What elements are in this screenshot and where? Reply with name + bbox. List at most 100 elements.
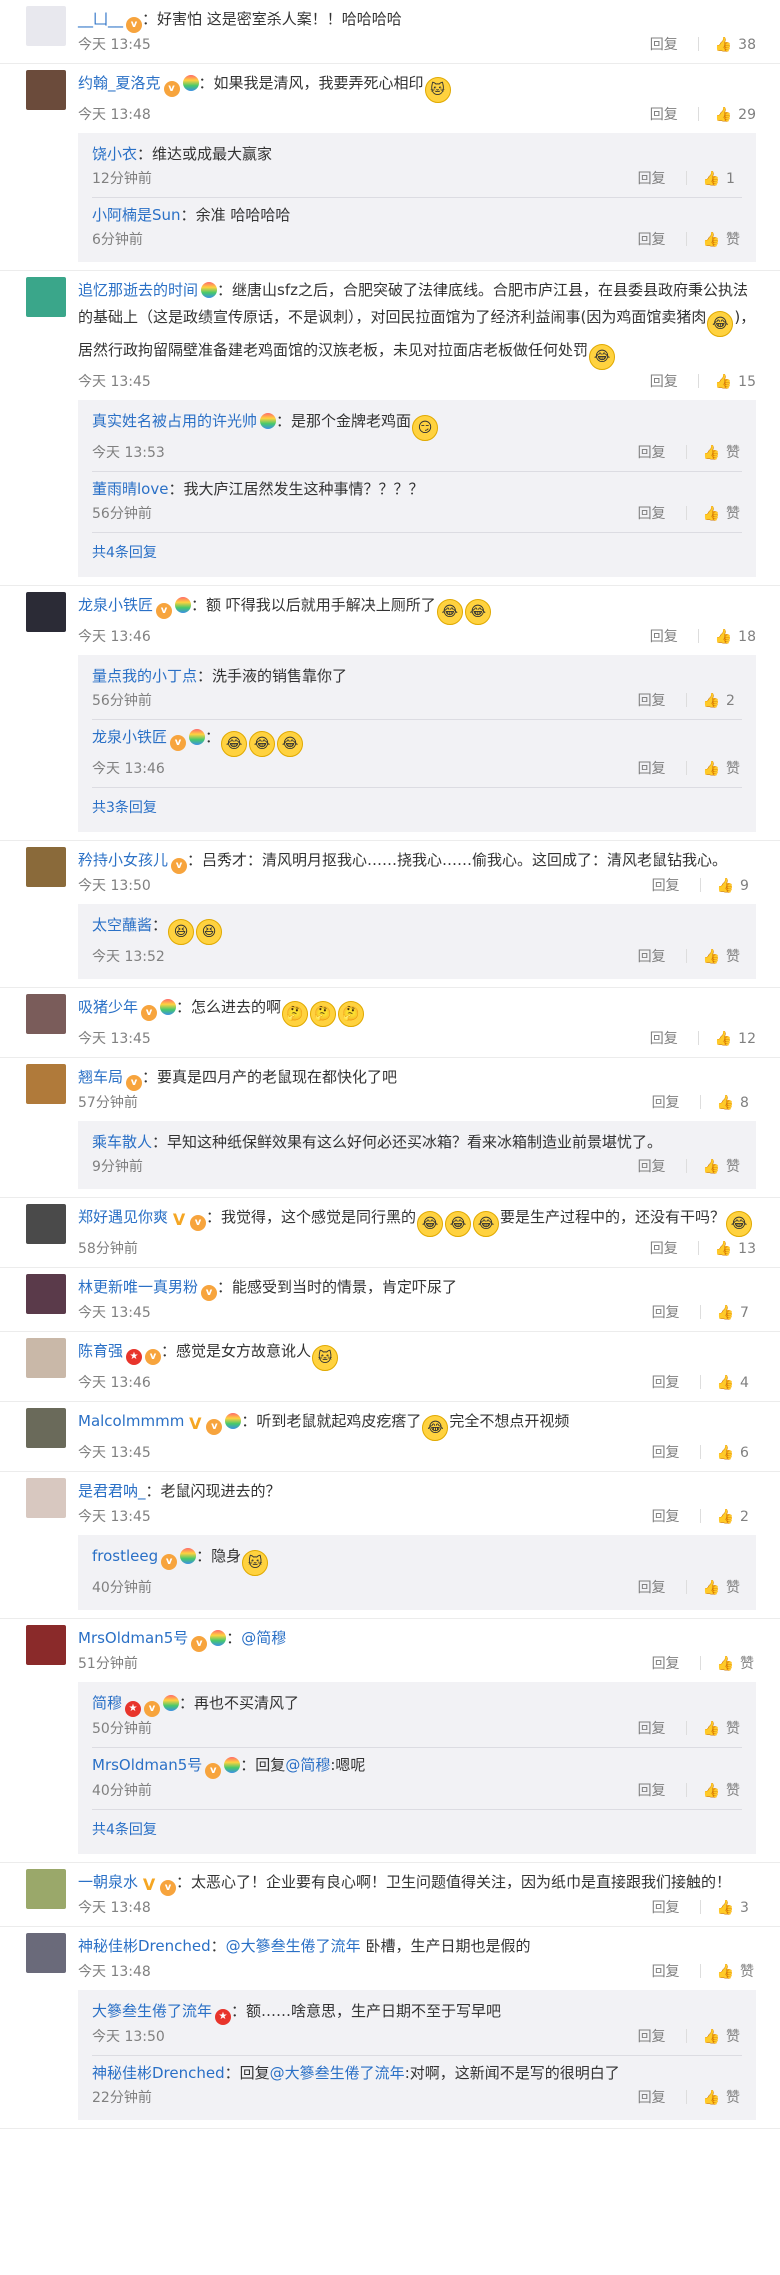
reply-button[interactable]: 回复: [650, 1237, 678, 1261]
reply-button[interactable]: 回复: [638, 441, 666, 465]
thumbs-up-icon[interactable]: 👍: [703, 2025, 720, 2049]
username-link[interactable]: 龙泉小铁匠: [92, 728, 167, 746]
like-count[interactable]: 29: [738, 103, 756, 127]
reply-button[interactable]: 回复: [638, 1155, 666, 1179]
username-link[interactable]: 郑好遇见你爽: [78, 1208, 168, 1226]
reply-button[interactable]: 回复: [650, 103, 678, 127]
reply-button[interactable]: 回复: [638, 167, 666, 191]
username-link[interactable]: MrsOldman5号: [92, 1756, 202, 1774]
thumbs-up-icon[interactable]: 👍: [703, 502, 720, 526]
thumbs-up-icon[interactable]: 👍: [703, 228, 720, 252]
username-link[interactable]: 追忆那逝去的时间: [78, 281, 198, 299]
thumbs-up-icon[interactable]: 👍: [703, 689, 720, 713]
thumbs-up-icon[interactable]: 👍: [717, 1896, 734, 1920]
username-link[interactable]: 饶小衣: [92, 145, 137, 163]
reply-button[interactable]: 回复: [652, 1960, 680, 1984]
avatar[interactable]: [26, 1933, 66, 1973]
username-link[interactable]: 乘车散人: [92, 1133, 152, 1151]
username-link[interactable]: 一朝泉水: [78, 1873, 138, 1891]
thumbs-up-icon[interactable]: 👍: [703, 2086, 720, 2110]
like-count[interactable]: 赞: [726, 441, 742, 465]
username-link[interactable]: 简穆: [92, 1694, 122, 1712]
mention-link[interactable]: @大篸叁生倦了流年: [226, 1937, 361, 1955]
like-count[interactable]: 12: [738, 1027, 756, 1051]
avatar[interactable]: [26, 994, 66, 1034]
reply-button[interactable]: 回复: [652, 1091, 680, 1115]
avatar[interactable]: [26, 70, 66, 110]
username-link[interactable]: 神秘佳彬Drenched: [92, 2064, 225, 2082]
avatar[interactable]: [26, 6, 66, 46]
mention-link[interactable]: @大篸叁生倦了流年: [270, 2064, 405, 2082]
username-link[interactable]: 太空蘸酱: [92, 916, 152, 934]
mention-link[interactable]: @简穆: [241, 1629, 286, 1647]
like-count[interactable]: 3: [740, 1896, 756, 1920]
like-count[interactable]: 13: [738, 1237, 756, 1261]
username-link[interactable]: 神秘佳彬Drenched: [78, 1937, 211, 1955]
like-count[interactable]: 4: [740, 1371, 756, 1395]
username-link[interactable]: 林更新唯一真男粉: [78, 1278, 198, 1296]
avatar[interactable]: [26, 1408, 66, 1448]
username-link[interactable]: 翘车局: [78, 1068, 123, 1086]
thumbs-up-icon[interactable]: 👍: [717, 1441, 734, 1465]
thumbs-up-icon[interactable]: 👍: [717, 1652, 734, 1676]
reply-button[interactable]: 回复: [638, 689, 666, 713]
thumbs-up-icon[interactable]: 👍: [703, 1779, 720, 1803]
username-link[interactable]: 吸猪少年: [78, 998, 138, 1016]
like-count[interactable]: 38: [738, 33, 756, 57]
more-replies-link[interactable]: 共4条回复: [78, 1810, 756, 1850]
thumbs-up-icon[interactable]: 👍: [717, 1505, 734, 1529]
reply-button[interactable]: 回复: [638, 945, 666, 969]
like-count[interactable]: 8: [740, 1091, 756, 1115]
avatar[interactable]: [26, 1625, 66, 1665]
reply-button[interactable]: 回复: [638, 2086, 666, 2110]
reply-button[interactable]: 回复: [650, 1027, 678, 1051]
username-link[interactable]: 是君君呐_: [78, 1482, 146, 1500]
like-count[interactable]: 赞: [726, 1779, 742, 1803]
username-link[interactable]: 约翰_夏洛克: [78, 74, 161, 92]
thumbs-up-icon[interactable]: 👍: [703, 757, 720, 781]
avatar[interactable]: [26, 1064, 66, 1104]
reply-button[interactable]: 回复: [652, 1896, 680, 1920]
reply-button[interactable]: 回复: [652, 1301, 680, 1325]
like-count[interactable]: 赞: [726, 2086, 742, 2110]
thumbs-up-icon[interactable]: 👍: [717, 1091, 734, 1115]
thumbs-up-icon[interactable]: 👍: [703, 945, 720, 969]
like-count[interactable]: 2: [740, 1505, 756, 1529]
more-replies-link[interactable]: 共3条回复: [78, 788, 756, 828]
reply-button[interactable]: 回复: [638, 2025, 666, 2049]
reply-button[interactable]: 回复: [638, 1717, 666, 1741]
username-link[interactable]: Malcolmmmm: [78, 1412, 184, 1430]
reply-button[interactable]: 回复: [652, 1371, 680, 1395]
like-count[interactable]: 赞: [740, 1960, 756, 1984]
like-count[interactable]: 18: [738, 625, 756, 649]
username-link[interactable]: 矜持小女孩儿: [78, 851, 168, 869]
more-replies-link[interactable]: 共4条回复: [78, 533, 756, 573]
like-count[interactable]: 赞: [726, 2025, 742, 2049]
avatar[interactable]: [26, 277, 66, 317]
username-link[interactable]: __凵__: [78, 10, 123, 28]
like-count[interactable]: 赞: [726, 228, 742, 252]
username-link[interactable]: 大篸叁生倦了流年: [92, 2002, 212, 2020]
avatar[interactable]: [26, 592, 66, 632]
avatar[interactable]: [26, 1274, 66, 1314]
thumbs-up-icon[interactable]: 👍: [715, 625, 732, 649]
reply-button[interactable]: 回复: [650, 625, 678, 649]
username-link[interactable]: 真实姓名被占用的许光帅: [92, 412, 257, 430]
username-link[interactable]: 量点我的小丁点: [92, 667, 197, 685]
reply-button[interactable]: 回复: [652, 874, 680, 898]
like-count[interactable]: 2: [726, 689, 742, 713]
thumbs-up-icon[interactable]: 👍: [715, 1027, 732, 1051]
avatar[interactable]: [26, 847, 66, 887]
reply-button[interactable]: 回复: [638, 1779, 666, 1803]
reply-button[interactable]: 回复: [638, 1576, 666, 1600]
avatar[interactable]: [26, 1338, 66, 1378]
avatar[interactable]: [26, 1204, 66, 1244]
like-count[interactable]: 赞: [726, 1576, 742, 1600]
like-count[interactable]: 7: [740, 1301, 756, 1325]
like-count[interactable]: 赞: [726, 1155, 742, 1179]
like-count[interactable]: 赞: [740, 1652, 756, 1676]
thumbs-up-icon[interactable]: 👍: [703, 1155, 720, 1179]
thumbs-up-icon[interactable]: 👍: [715, 33, 732, 57]
like-count[interactable]: 6: [740, 1441, 756, 1465]
reply-button[interactable]: 回复: [650, 370, 678, 394]
